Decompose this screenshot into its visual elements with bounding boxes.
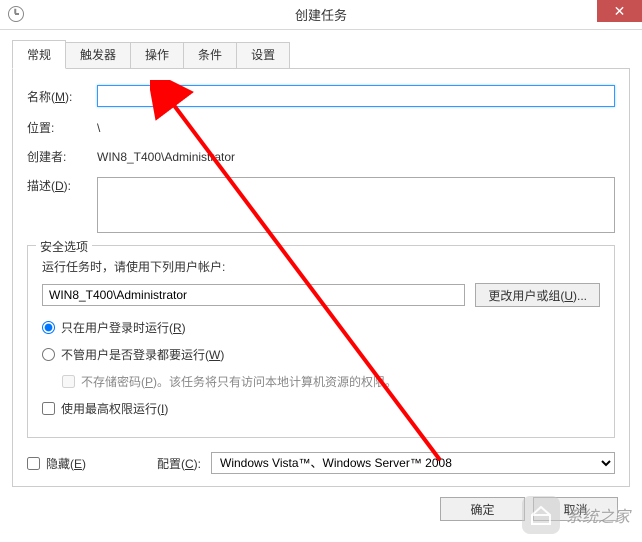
highest-priv-row[interactable]: 使用最高权限运行(I) [42,400,600,417]
hidden-row[interactable]: 隐藏(E) [27,455,147,472]
watermark: 系统之家 [522,496,630,534]
name-row: 名称(M): [27,85,615,107]
description-row: 描述(D): [27,177,615,233]
location-label: 位置: [27,119,97,136]
tab-general[interactable]: 常规 [12,40,66,69]
bottom-row: 隐藏(E) 配置(C): Windows Vista™、Windows Serv… [27,452,615,474]
name-label: 名称(M): [27,88,97,105]
hidden-checkbox[interactable] [27,457,40,470]
ok-button[interactable]: 确定 [440,497,525,521]
location-value: \ [97,121,100,135]
radio-any[interactable] [42,348,55,361]
description-input[interactable] [97,177,615,233]
config-label: 配置(C): [157,455,201,472]
no-store-password-row: 不存储密码(P)。该任务将只有访问本地计算机资源的权限。 [62,373,600,390]
watermark-text: 系统之家 [566,503,630,527]
window-title: 创建任务 [295,5,347,24]
security-options-fieldset: 安全选项 运行任务时，请使用下列用户帐户: 更改用户或组(U)... 只在用户登… [27,245,615,438]
run-as-text: 运行任务时，请使用下列用户帐户: [42,258,600,275]
radio-logged-on-row[interactable]: 只在用户登录时运行(R) [42,319,600,336]
config-select[interactable]: Windows Vista™、Windows Server™ 2008 [211,452,615,474]
creator-row: 创建者: WIN8_T400\Administrator [27,148,615,165]
radio-logged-on[interactable] [42,321,55,334]
watermark-house-icon [522,496,560,534]
no-store-password-checkbox [62,375,75,388]
security-legend: 安全选项 [36,238,92,255]
tabs: 常规 触发器 操作 条件 设置 [12,40,630,69]
clock-icon [8,6,24,22]
creator-label: 创建者: [27,148,97,165]
radio-any-row[interactable]: 不管用户是否登录都要运行(W) [42,346,600,363]
creator-value: WIN8_T400\Administrator [97,150,235,164]
tab-panel-general: 名称(M): 位置: \ 创建者: WIN8_T400\Administrato… [12,69,630,487]
highest-priv-checkbox[interactable] [42,402,55,415]
change-user-button[interactable]: 更改用户或组(U)... [475,283,600,307]
close-icon: ✕ [614,3,626,20]
location-row: 位置: \ [27,119,615,136]
account-input [42,284,465,306]
account-row: 更改用户或组(U)... [42,283,600,307]
close-button[interactable]: ✕ [597,0,642,22]
tab-triggers[interactable]: 触发器 [65,42,131,68]
name-input[interactable] [97,85,615,107]
tab-actions[interactable]: 操作 [130,42,184,68]
dialog-content: 常规 触发器 操作 条件 设置 名称(M): 位置: \ 创建者: WIN8_T… [0,30,642,531]
description-label: 描述(D): [27,177,97,194]
tab-conditions[interactable]: 条件 [183,42,237,68]
tab-settings[interactable]: 设置 [236,42,290,68]
titlebar: 创建任务 ✕ [0,0,642,30]
